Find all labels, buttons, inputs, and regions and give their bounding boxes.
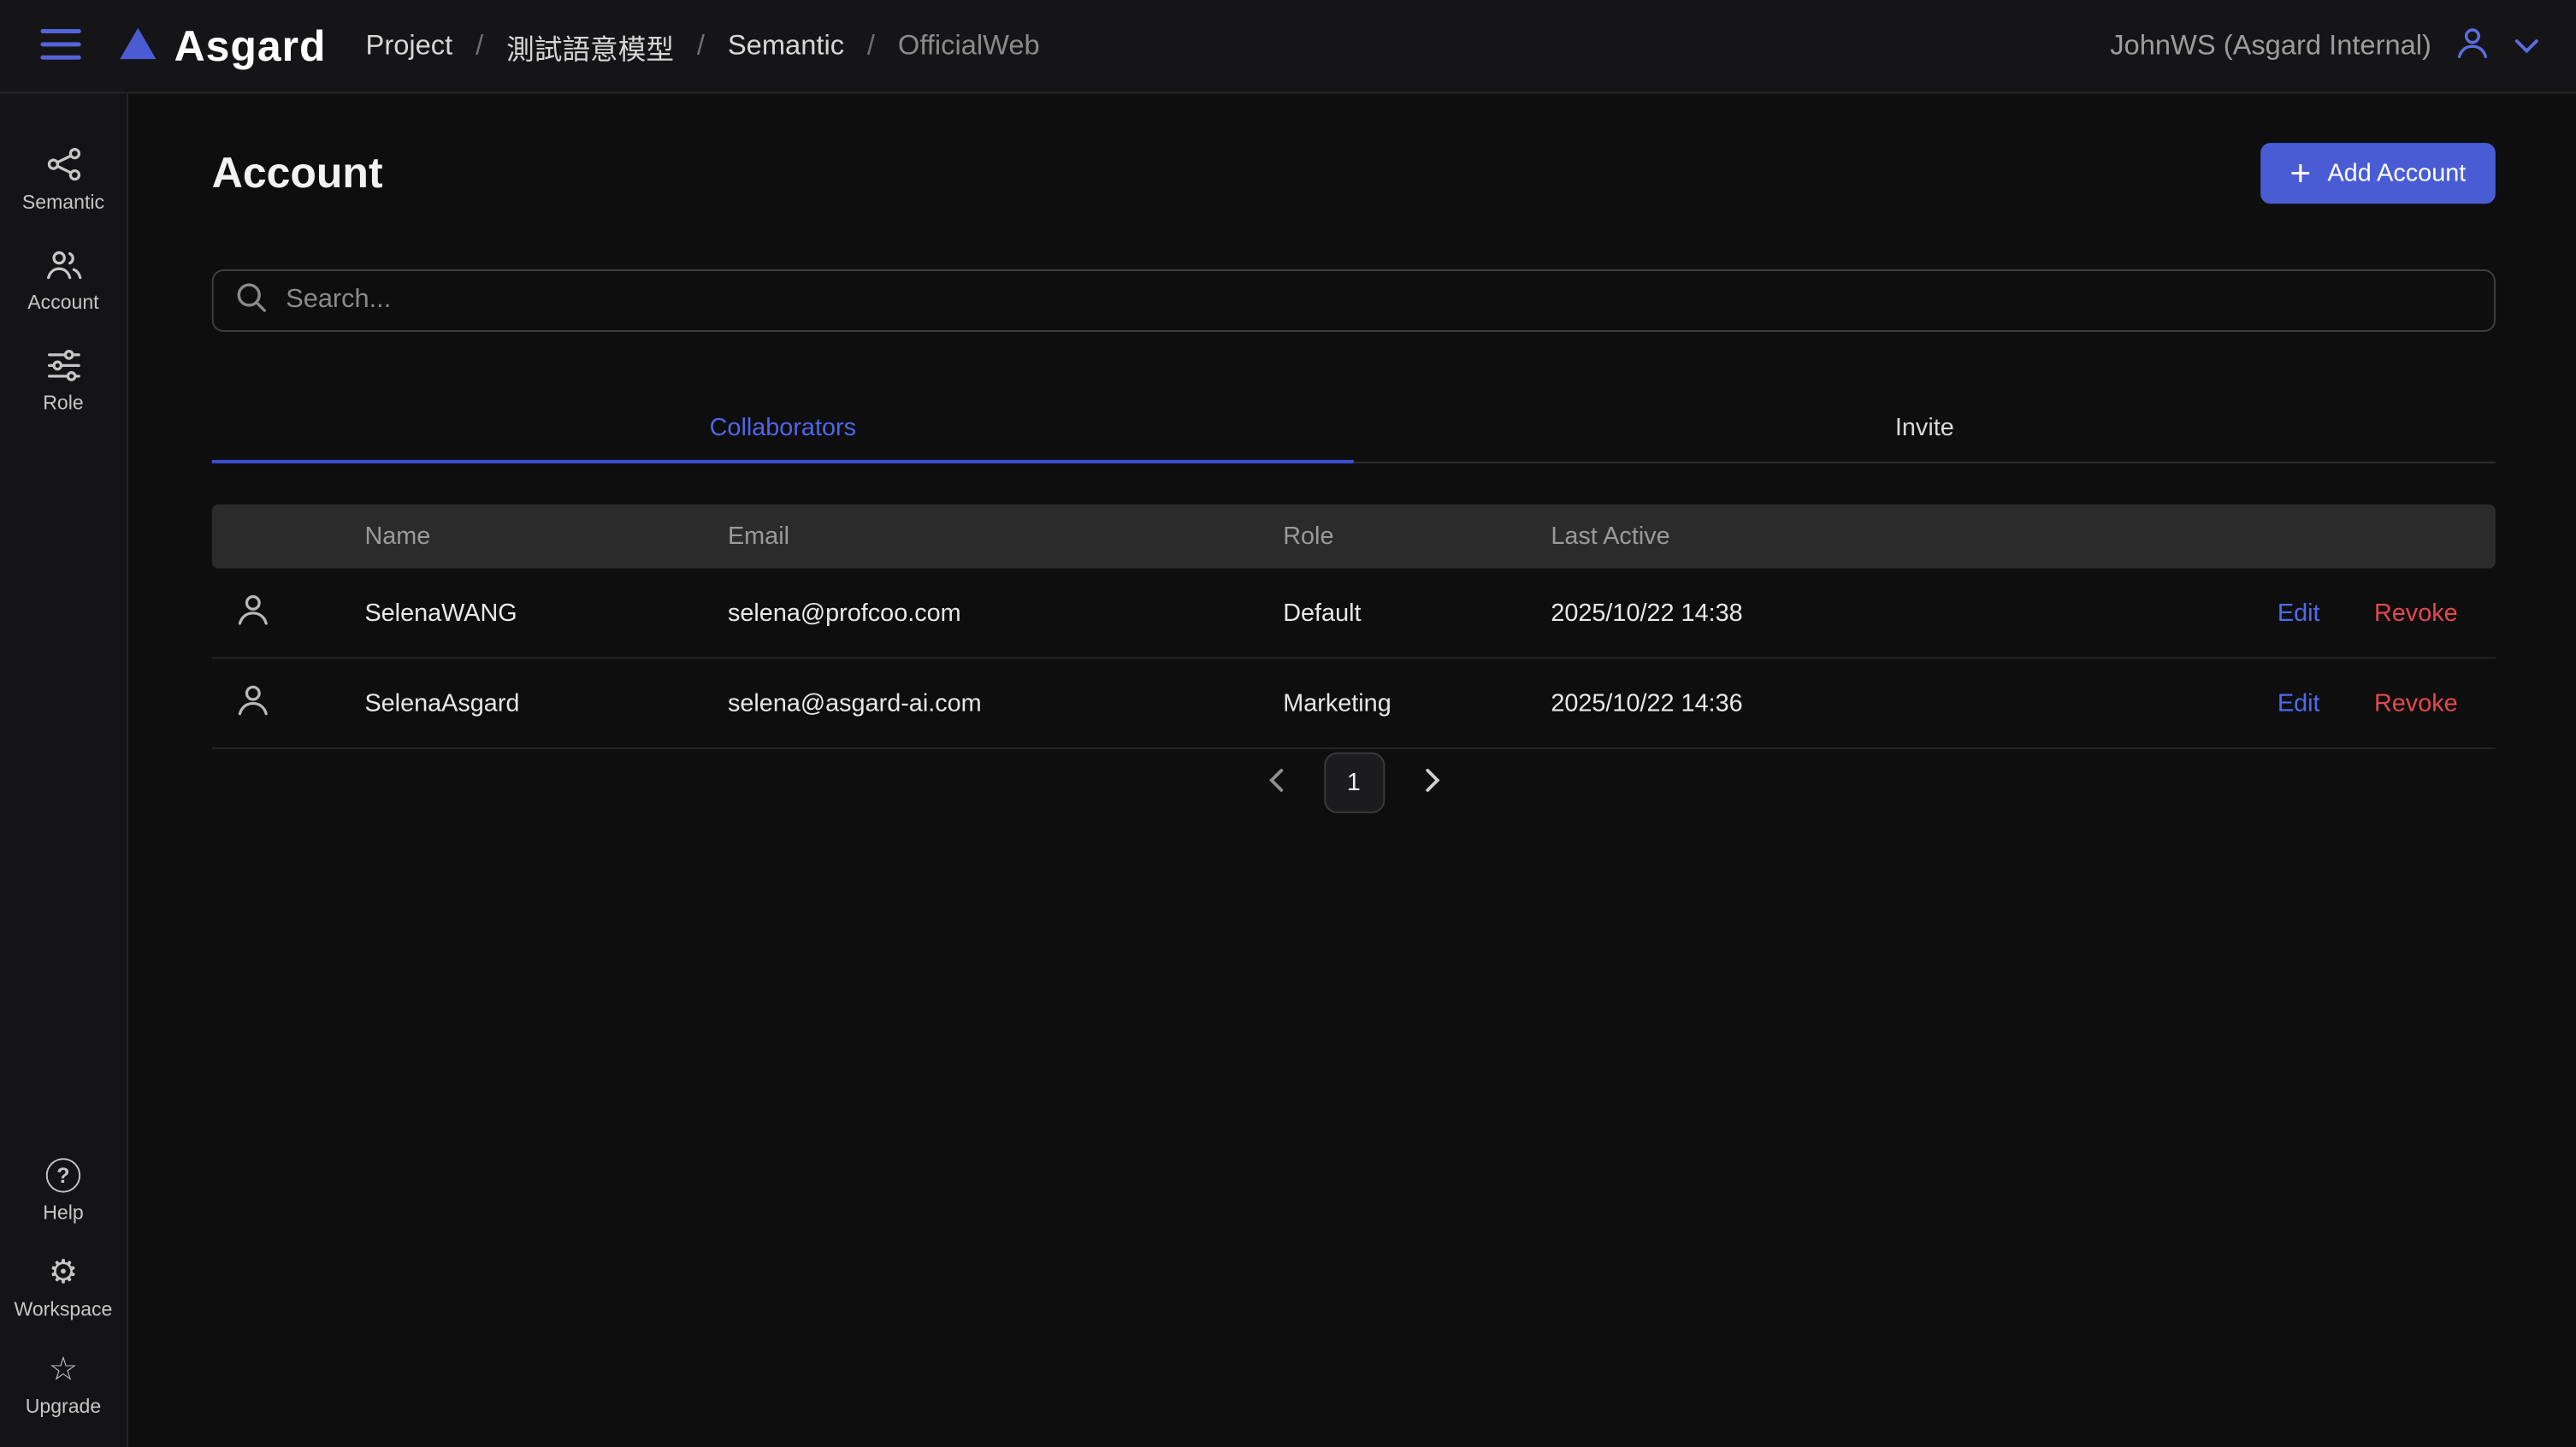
page-number-button[interactable]: 1: [1323, 753, 1384, 813]
add-account-label: Add Account: [2327, 159, 2466, 187]
topbar: Asgard Project / 測試語意模型 / Semantic / Off…: [0, 0, 2576, 93]
avatar-icon: [233, 590, 273, 636]
search-bar[interactable]: [212, 269, 2496, 332]
edit-link[interactable]: Edit: [2278, 599, 2320, 627]
sidebar-item-label: Role: [43, 391, 83, 414]
cell-role: Marketing: [1283, 689, 1551, 718]
actions-cell: Edit Revoke: [2278, 689, 2496, 718]
breadcrumb-item-officialweb: OfficialWeb: [898, 30, 1040, 62]
header-last-active: Last Active: [1551, 523, 2457, 551]
help-icon: ?: [46, 1158, 80, 1192]
sidebar-item-help[interactable]: ? Help: [0, 1145, 127, 1237]
breadcrumb: Project / 測試語意模型 / Semantic / OfficialWe…: [366, 26, 1040, 67]
semantic-icon: [45, 146, 81, 182]
tabs: Collaborators Invite: [212, 398, 2496, 464]
breadcrumb-separator: /: [697, 30, 705, 62]
actions-cell: Edit Revoke: [2278, 599, 2496, 627]
sidebar-top-group: Semantic Account Role: [0, 133, 127, 428]
sidebar-item-label: Help: [43, 1201, 83, 1224]
sliders-icon: [45, 346, 81, 382]
table-row: SelenaWANG selena@profcoo.com Default 20…: [212, 569, 2496, 659]
breadcrumb-item-project[interactable]: Project: [366, 30, 453, 62]
tab-invite[interactable]: Invite: [1354, 398, 2496, 462]
breadcrumb-separator: /: [867, 30, 875, 62]
sidebar-item-account[interactable]: Account: [0, 233, 127, 327]
pagination: 1: [212, 753, 2496, 813]
gear-icon: ⚙: [49, 1256, 78, 1289]
page-title: Account: [212, 148, 383, 199]
user-icon[interactable]: [2453, 22, 2492, 70]
revoke-link[interactable]: Revoke: [2374, 689, 2458, 718]
breadcrumb-item-semantic[interactable]: Semantic: [728, 30, 844, 62]
tab-collaborators[interactable]: Collaborators: [212, 398, 1354, 462]
hamburger-menu-button[interactable]: [36, 22, 86, 70]
sidebar: Semantic Account Role ? Help ⚙: [0, 93, 128, 1447]
chevron-right-icon: [1423, 767, 1439, 798]
app: Asgard Project / 測試語意模型 / Semantic / Off…: [0, 0, 2576, 1447]
cell-name: SelenaWANG: [364, 599, 728, 627]
cell-email: selena@asgard-ai.com: [728, 689, 1283, 718]
cell-last-active: 2025/10/22 14:36: [1551, 689, 2278, 718]
sidebar-item-label: Upgrade: [26, 1395, 101, 1418]
header-role: Role: [1283, 523, 1551, 551]
breadcrumb-item-model[interactable]: 測試語意模型: [506, 26, 674, 67]
sidebar-item-workspace[interactable]: ⚙ Workspace: [0, 1243, 127, 1334]
sidebar-item-semantic[interactable]: Semantic: [0, 133, 127, 227]
revoke-link[interactable]: Revoke: [2374, 599, 2458, 627]
users-icon: [44, 246, 83, 282]
cell-role: Default: [1283, 599, 1551, 627]
search-input[interactable]: [286, 286, 2473, 316]
add-account-button[interactable]: + Add Account: [2260, 143, 2496, 204]
header-email: Email: [728, 523, 1283, 551]
cell-last-active: 2025/10/22 14:38: [1551, 599, 2278, 627]
brand-name: Asgard: [174, 21, 327, 72]
sidebar-item-role[interactable]: Role: [0, 334, 127, 427]
chevron-left-icon: [1267, 767, 1284, 798]
next-page-button[interactable]: [1417, 760, 1447, 805]
breadcrumb-separator: /: [476, 30, 483, 62]
brand: Asgard: [118, 21, 326, 72]
topbar-user-area: JohnWS (Asgard Internal): [2110, 22, 2539, 70]
edit-link[interactable]: Edit: [2278, 689, 2320, 718]
sidebar-item-label: Workspace: [15, 1298, 113, 1321]
header-name: Name: [364, 523, 728, 551]
user-name: JohnWS (Asgard Internal): [2110, 30, 2431, 62]
table-row: SelenaAsgard selena@asgard-ai.com Market…: [212, 659, 2496, 749]
avatar-icon: [233, 680, 273, 726]
prev-page-button[interactable]: [1261, 760, 1291, 805]
hamburger-icon: [39, 26, 82, 67]
avatar-cell: [212, 590, 365, 636]
page-head: Account + Add Account: [212, 143, 2496, 204]
chevron-down-icon[interactable]: [2514, 30, 2540, 62]
star-icon: ☆: [49, 1354, 78, 1386]
sidebar-item-upgrade[interactable]: ☆ Upgrade: [0, 1340, 127, 1431]
sidebar-item-label: Account: [27, 291, 98, 314]
sidebar-bottom-group: ? Help ⚙ Workspace ☆ Upgrade: [0, 1145, 127, 1431]
cell-email: selena@profcoo.com: [728, 599, 1283, 627]
main-content: Account + Add Account Collaborators Invi…: [128, 93, 2576, 1447]
search-icon: [235, 281, 268, 322]
table-header-row: Name Email Role Last Active: [212, 505, 2496, 569]
plus-icon: +: [2290, 156, 2312, 192]
avatar-cell: [212, 680, 365, 726]
sidebar-item-label: Semantic: [22, 191, 104, 214]
cell-name: SelenaAsgard: [364, 689, 728, 718]
logo-triangle-icon: [118, 21, 157, 72]
